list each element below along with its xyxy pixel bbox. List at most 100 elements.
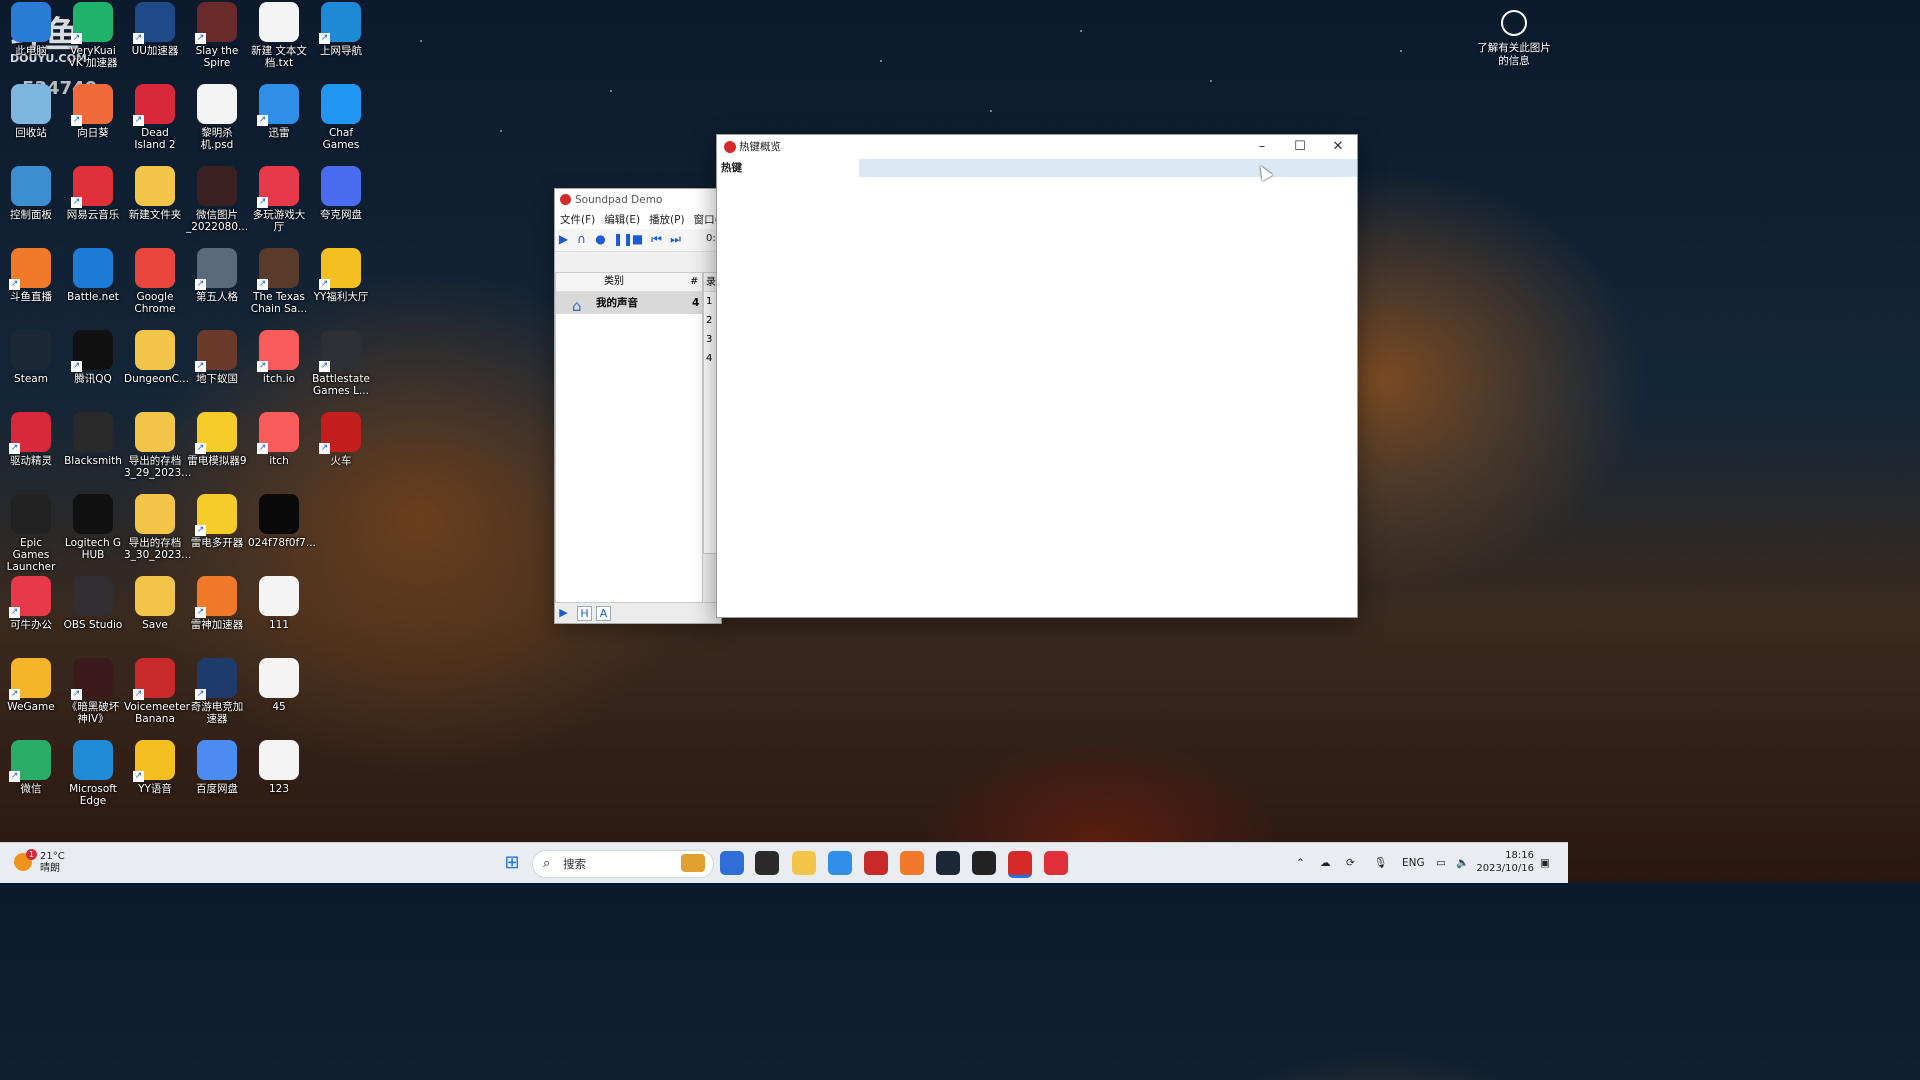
- desktop-icon[interactable]: ↗ 奇游电竞加速器: [186, 656, 248, 738]
- xunlei-icon[interactable]: [828, 851, 852, 875]
- notification-icon[interactable]: ▣: [1540, 851, 1550, 875]
- stop-icon[interactable]: ■: [631, 233, 644, 246]
- app-store-icon[interactable]: [720, 851, 744, 875]
- obs-icon[interactable]: [972, 851, 996, 875]
- play-icon[interactable]: ▶: [557, 233, 570, 246]
- desktop-icon[interactable]: Battle.net: [62, 246, 124, 328]
- desktop-icon[interactable]: ↗ Dead Island 2: [124, 82, 186, 164]
- microphone-tray-icon[interactable]: 🎙: [1374, 851, 1387, 875]
- desktop-icon[interactable]: 回收站: [0, 82, 62, 164]
- previous-icon[interactable]: ⏮: [650, 233, 663, 246]
- desktop-icon[interactable]: 导出的存档3_29_2023...: [124, 410, 191, 492]
- desktop-icon[interactable]: ↗ YY福利大厅: [310, 246, 372, 328]
- desktop-icon[interactable]: ↗ WeGame: [0, 656, 62, 738]
- desktop-icon[interactable]: ↗ itch: [248, 410, 310, 492]
- desktop-icon[interactable]: ↗ 斗鱼直播: [0, 246, 62, 328]
- desktop-icon[interactable]: ↗ 向日葵: [62, 82, 124, 164]
- minimize-icon[interactable]: –: [1243, 135, 1281, 159]
- desktop-icon[interactable]: 微信图片_2022080...: [186, 164, 248, 246]
- desktop-icon[interactable]: ↗ VeryKuai VK 加速器: [62, 0, 124, 82]
- desktop-icon[interactable]: ↗ 雷神加速器: [186, 574, 248, 656]
- hotkey-button[interactable]: H: [577, 606, 592, 621]
- desktop-icon[interactable]: ↗ 第五人格: [186, 246, 248, 328]
- menu-file[interactable]: 文件(F): [555, 214, 599, 226]
- close-icon[interactable]: ✕: [1319, 135, 1357, 159]
- desktop-icon[interactable]: 新建文件夹: [124, 164, 186, 246]
- desktop-icon[interactable]: 024f78f0f7...: [248, 492, 316, 574]
- desktop-icon[interactable]: Save: [124, 574, 186, 656]
- desktop-icon[interactable]: Blacksmith: [62, 410, 124, 492]
- search-box[interactable]: ⌕ 搜索: [532, 850, 714, 878]
- desktop-icon[interactable]: Chaf Games: [310, 82, 372, 164]
- soundpad-titlebar[interactable]: Soundpad Demo: [555, 189, 721, 211]
- desktop-icon[interactable]: ↗ YY语音: [124, 738, 186, 820]
- auto-button[interactable]: A: [596, 606, 611, 621]
- sync-icon[interactable]: ⟳: [1346, 851, 1355, 875]
- desktop-icon[interactable]: 此电脑: [0, 0, 62, 82]
- desktop-icon[interactable]: 导出的存档3_30_2023...: [124, 492, 191, 574]
- maximize-icon[interactable]: ☐: [1281, 135, 1319, 159]
- network-icon[interactable]: ▭: [1436, 851, 1446, 875]
- desktop-icon[interactable]: ↗ Voicemeeter Banana: [124, 656, 190, 738]
- desktop-icon[interactable]: OBS Studio: [62, 574, 124, 656]
- desktop-icon[interactable]: ↗ itch.io: [248, 328, 310, 410]
- desktop-icon[interactable]: ↗ The Texas Chain Sa...: [248, 246, 310, 328]
- desktop-icon[interactable]: ↗ 雷电多开器: [186, 492, 248, 574]
- desktop-icon[interactable]: 123: [248, 738, 310, 820]
- file-explorer-icon[interactable]: [792, 851, 816, 875]
- desktop-icon[interactable]: 控制面板: [0, 164, 62, 246]
- desktop-icon[interactable]: 百度网盘: [186, 738, 248, 820]
- hotkey-column-label[interactable]: 热键: [717, 159, 859, 177]
- cloud-icon[interactable]: ☁: [1320, 851, 1331, 875]
- desktop-icon[interactable]: ↗ 《暗黑破坏神IV》: [62, 656, 124, 738]
- voicemeeter-icon[interactable]: [864, 851, 888, 875]
- category-row[interactable]: ⌂ 我的声音 4: [556, 292, 702, 315]
- desktop-icon[interactable]: DungeonC...: [124, 328, 189, 410]
- netease-music-icon[interactable]: [1044, 851, 1068, 875]
- volume-icon[interactable]: 🔈: [1456, 851, 1469, 875]
- desktop-icon[interactable]: Google Chrome: [124, 246, 186, 328]
- language-indicator[interactable]: ENG: [1402, 851, 1425, 875]
- menu-edit[interactable]: 编辑(E): [599, 214, 644, 226]
- image-info-widget[interactable]: 了解有关此图片的信息: [1474, 10, 1554, 68]
- weather-widget[interactable]: 1 21°C 晴朗: [14, 849, 94, 877]
- desktop-icon[interactable]: ↗ 可牛办公: [0, 574, 62, 656]
- desktop-icon[interactable]: Logitech G HUB: [62, 492, 124, 574]
- soundpad-icon[interactable]: [1008, 851, 1032, 878]
- desktop-icon[interactable]: ↗ UU加速器: [124, 0, 186, 82]
- headphones-icon[interactable]: ∩: [575, 233, 588, 246]
- desktop-icon[interactable]: 夸克网盘: [310, 164, 372, 246]
- hotkey-overview-window[interactable]: 热键概览 – ☐ ✕ 热键: [716, 134, 1358, 618]
- desktop-icon[interactable]: 黎明杀机.psd: [186, 82, 248, 164]
- microphone-icon[interactable]: ●: [594, 233, 607, 246]
- desktop-icon[interactable]: 45: [248, 656, 310, 738]
- desktop-icon[interactable]: 新建 文本文档.txt: [248, 0, 310, 82]
- clock[interactable]: 18:16 2023/10/16: [1476, 849, 1534, 875]
- desktop-icon[interactable]: ↗ 网易云音乐: [62, 164, 124, 246]
- hotkey-titlebar[interactable]: 热键概览 – ☐ ✕: [717, 135, 1357, 159]
- desktop-icon[interactable]: ↗ 腾讯QQ: [62, 328, 124, 410]
- start-icon[interactable]: ⊞: [500, 851, 524, 875]
- desktop-icon[interactable]: ↗ 上网导航: [310, 0, 372, 82]
- task-view-icon[interactable]: [755, 851, 779, 875]
- desktop-icon[interactable]: ↗ 地下蚁国: [186, 328, 248, 410]
- menu-play[interactable]: 播放(P): [644, 214, 689, 226]
- desktop-icon[interactable]: Epic Games Launcher: [0, 492, 62, 574]
- category-header[interactable]: 类别 #: [556, 273, 702, 292]
- pause-icon[interactable]: ❚❚: [613, 233, 633, 246]
- desktop-icon[interactable]: Steam: [0, 328, 62, 410]
- steam-icon[interactable]: [936, 851, 960, 875]
- desktop-icon[interactable]: Microsoft Edge: [62, 738, 124, 820]
- desktop-icon[interactable]: ↗ Slay the Spire: [186, 0, 248, 82]
- chevron-up-icon[interactable]: ⌃: [1296, 851, 1305, 875]
- bottom-play-button[interactable]: ▶: [557, 606, 570, 619]
- next-icon[interactable]: ⏭: [669, 233, 682, 246]
- desktop-icon[interactable]: ↗ 雷电模拟器9: [186, 410, 248, 492]
- desktop-icon[interactable]: ↗ 微信: [0, 738, 62, 820]
- desktop-icon[interactable]: 111: [248, 574, 310, 656]
- desktop-icon[interactable]: ↗ 火车: [310, 410, 372, 492]
- desktop-icon[interactable]: ↗ 多玩游戏大厅: [248, 164, 310, 246]
- desktop-icon[interactable]: ↗ 迅雷: [248, 82, 310, 164]
- soundpad-window[interactable]: Soundpad Demo 文件(F)编辑(E)播放(P)窗口(V ▶ ∩ ● …: [554, 188, 722, 624]
- desktop-icon[interactable]: ↗ 驱动精灵: [0, 410, 62, 492]
